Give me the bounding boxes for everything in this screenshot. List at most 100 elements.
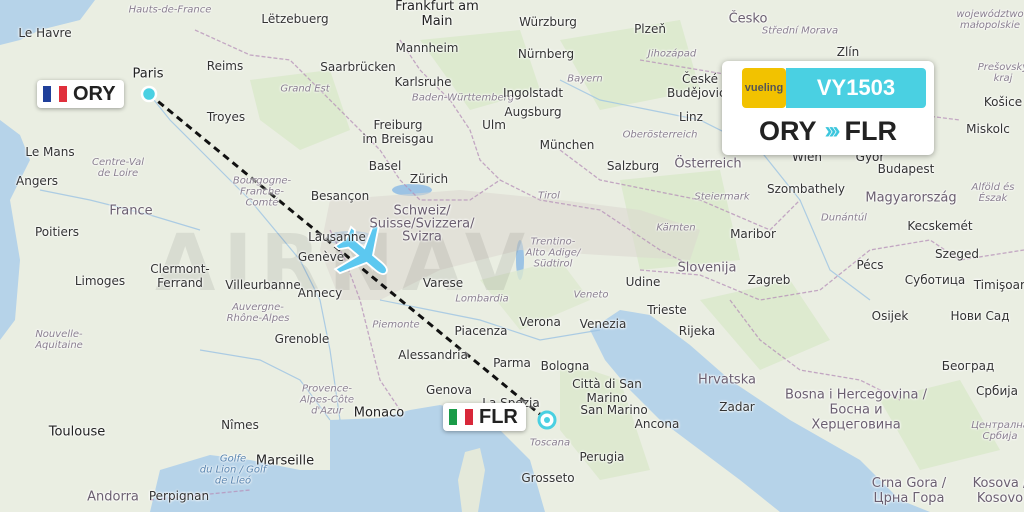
label-trentino: Trentino- Alto Adige/Südtirol (525, 236, 581, 270)
label-annecy: Annecy (297, 286, 343, 300)
label-zadar: Zadar (719, 400, 755, 414)
label-cesko: Česko (728, 11, 768, 27)
label-wurzburg: Würzburg (519, 15, 577, 29)
label-troyes: Troyes (206, 110, 246, 124)
label-rijeka: Rijeka (678, 324, 716, 338)
france-flag-icon (43, 86, 67, 102)
route-arrows-icon: ››› (824, 117, 841, 144)
italy-flag-icon (449, 409, 473, 425)
label-le-mans: Le Mans (25, 145, 75, 159)
label-kecskemet: Kecskemét (907, 219, 973, 233)
label-verona: Verona (519, 315, 561, 329)
label-karnten: Kärnten (656, 222, 696, 234)
label-letzebuerg: Lëtzebuerg (261, 12, 329, 26)
label-slovenija: Slovenija (677, 260, 737, 276)
label-osijek: Osijek (871, 309, 909, 323)
label-centralna: Централна Србија (971, 420, 1024, 442)
label-grand-est: Grand Est (280, 83, 330, 95)
label-miskolc: Miskolc (966, 122, 1010, 136)
label-toulouse: Toulouse (48, 424, 106, 440)
label-zagreb: Zagreb (747, 273, 791, 287)
label-nimes: Nîmes (221, 418, 259, 432)
label-salzburg: Salzburg (606, 159, 660, 173)
label-citta-san-marino: Città di San Marino (572, 377, 642, 405)
label-wojewodztwo: województwo małopolskie (956, 9, 1024, 31)
origin-airport-badge[interactable]: ORY (37, 80, 124, 108)
label-reims: Reims (206, 59, 244, 73)
label-tirol: Tirol (538, 190, 560, 202)
label-poitiers: Poitiers (34, 225, 80, 239)
label-szombathely: Szombathely (766, 182, 846, 196)
flight-info-card[interactable]: vueling VY1503 ORY ››› FLR (722, 61, 934, 155)
label-bologna: Bologna (540, 359, 590, 373)
label-udine: Udine (625, 275, 661, 289)
label-freiburg: Freiburg im Breisgau (362, 118, 434, 146)
label-linz: Linz (679, 110, 703, 124)
label-szeged: Szeged (935, 247, 979, 261)
label-nouvelle: Nouvelle- Aquitaine (35, 329, 83, 351)
label-san-marino: San Marino (580, 403, 648, 417)
label-genova: Genova (425, 383, 473, 397)
label-zlin: Zlín (836, 45, 860, 59)
label-schweiz: Schweiz/Suisse/Svizzera/Svizra (369, 203, 475, 245)
label-maribor: Maribor (730, 227, 776, 241)
label-saarbrucken: Saarbrücken (320, 60, 396, 74)
label-bayern: Bayern (567, 73, 603, 85)
origin-code: ORY (73, 82, 116, 105)
label-alfold: Alföld és Észak (971, 182, 1015, 204)
label-augsburg: Augsburg (504, 105, 562, 119)
flight-number: VY1503 (786, 68, 926, 108)
label-venezia: Venezia (579, 317, 627, 331)
route-to: FLR (844, 115, 897, 146)
destination-code: FLR (479, 405, 518, 428)
label-pecs: Pécs (856, 258, 884, 272)
label-centre: Centre-Val de Loire (92, 157, 144, 179)
label-perugia: Perugia (579, 450, 625, 464)
label-monaco: Monaco (353, 405, 405, 421)
label-karlsruhe: Karlsruhe (394, 75, 452, 89)
label-clermont: Clermont- Ferrand (150, 262, 210, 290)
label-zurich: Zürich (409, 172, 449, 186)
label-limoges: Limoges (74, 274, 126, 288)
label-timisoara: Timişoara (973, 278, 1024, 292)
label-grenoble: Grenoble (274, 332, 330, 346)
label-besancon: Besançon (310, 189, 370, 203)
label-magyarorszag: Magyarország (865, 190, 957, 206)
label-ancona: Ancona (634, 417, 680, 431)
label-ulm: Ulm (482, 118, 506, 132)
label-nurnberg: Nürnberg (517, 47, 575, 61)
label-dunantul: Dunántúl (821, 212, 867, 224)
label-subotica: Суботица (904, 273, 966, 287)
label-geneve: Genève (297, 250, 345, 264)
label-varese: Varese (422, 276, 464, 290)
label-plzen: Plzeň (634, 22, 666, 36)
route-summary: ORY ››› FLR (722, 113, 934, 149)
label-golfe: Golfe du Lion / Golf de Lleó (199, 453, 267, 487)
label-baden: Baden-Württemberg (411, 92, 515, 104)
airline-logo: vueling (742, 68, 786, 108)
label-provence: Provence- Alpes-Côte d'Azur (299, 383, 355, 417)
label-jihozapad: Jihozápad (647, 48, 697, 60)
label-toscana: Toscana (529, 437, 571, 449)
route-from: ORY (759, 115, 817, 146)
label-srbija: Србија (976, 384, 1018, 398)
label-piemonte: Piemonte (372, 319, 420, 331)
label-andorra: Andorra (87, 489, 139, 505)
destination-airport-badge[interactable]: FLR (443, 403, 526, 431)
label-osterreich: Österreich (674, 156, 742, 172)
label-novi-sad: Нови Сад (950, 309, 1010, 323)
label-morava: Střední Morava (761, 25, 839, 37)
label-hauts-de-france: Hauts-de-France (128, 4, 212, 16)
label-le-havre: Le Havre (18, 26, 72, 40)
label-budapest: Budapest (877, 162, 935, 176)
label-piacenza: Piacenza (454, 324, 508, 338)
label-lombardia: Lombardia (455, 293, 509, 305)
label-crna-gora: Crna Gora / Црна Гора (871, 476, 947, 506)
label-lausanne: Lausanne (308, 230, 366, 244)
label-veneto: Veneto (573, 289, 609, 301)
origin-airport-marker[interactable] (140, 85, 158, 103)
label-ingolstadt: Ingolstadt (502, 86, 564, 100)
label-trieste: Trieste (647, 303, 687, 317)
label-munchen: München (539, 138, 595, 152)
label-kosice: Košice (983, 95, 1023, 109)
